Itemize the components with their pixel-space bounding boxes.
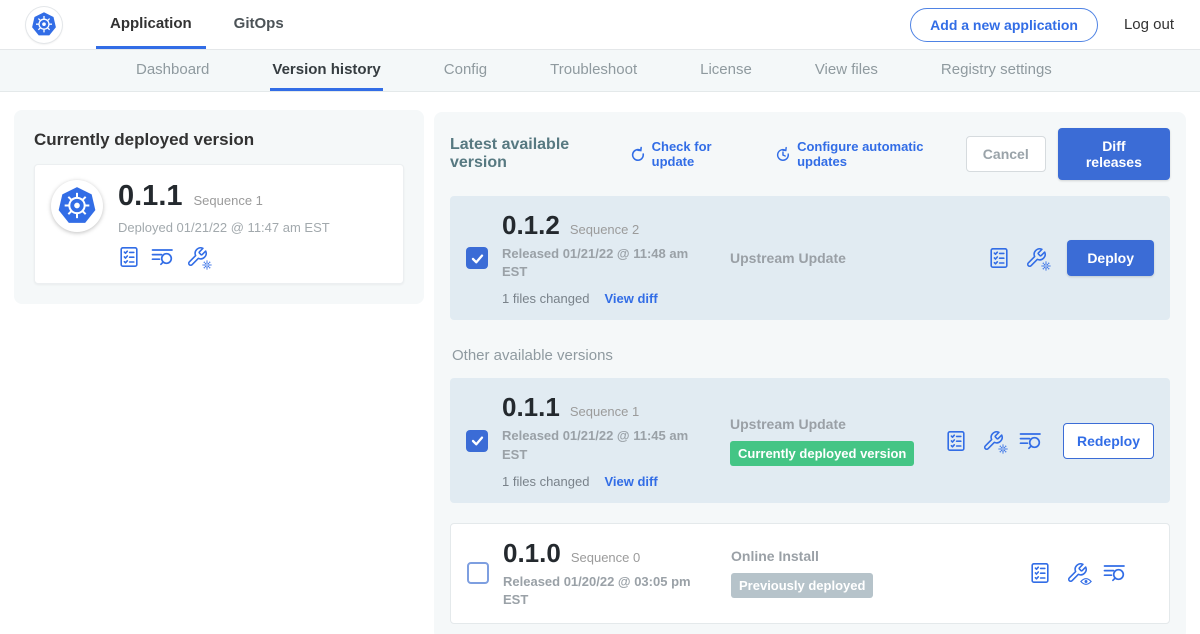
version-info: 0.1.0 Sequence 0 Released 01/20/22 @ 03:…	[503, 538, 719, 609]
refresh-icon	[630, 146, 646, 163]
version-row-0-1-1: 0.1.1 Sequence 1 Released 01/21/22 @ 11:…	[450, 378, 1170, 502]
view-diff-link[interactable]: View diff	[604, 474, 657, 489]
version-checkbox[interactable]	[466, 430, 488, 452]
latest-available-title: Latest available version	[450, 136, 620, 172]
app-subnav: Dashboard Version history Config Trouble…	[0, 50, 1200, 92]
version-number: 0.1.1	[502, 392, 560, 423]
version-source: Upstream Update	[730, 250, 988, 266]
deploy-logs-icon[interactable]	[1103, 562, 1127, 584]
redeploy-button[interactable]: Redeploy	[1063, 423, 1154, 459]
subnav-label: Dashboard	[136, 61, 209, 78]
version-checkbox[interactable]	[467, 562, 489, 584]
subnav-label: Registry settings	[941, 61, 1052, 78]
configure-updates-link[interactable]: Configure automatic updates	[775, 139, 966, 169]
version-row-0-1-0: 0.1.0 Sequence 0 Released 01/20/22 @ 03:…	[450, 523, 1170, 624]
subnav-label: View files	[815, 61, 878, 78]
files-changed-label: 1 files changed	[502, 291, 589, 306]
add-application-button[interactable]: Add a new application	[910, 8, 1098, 42]
clock-refresh-icon	[775, 146, 791, 163]
deployed-timestamp: Deployed 01/21/22 @ 11:47 am EST	[118, 220, 330, 235]
previously-deployed-badge: Previously deployed	[731, 573, 873, 598]
deployed-info: 0.1.1 Sequence 1 Deployed 01/21/22 @ 11:…	[118, 180, 330, 268]
version-number: 0.1.2	[502, 210, 560, 241]
version-info: 0.1.1 Sequence 1 Released 01/21/22 @ 11:…	[502, 392, 718, 488]
view-config-icon[interactable]	[1066, 562, 1088, 584]
deployed-version-number: 0.1.1	[118, 180, 183, 213]
subnav-item-version-history[interactable]: Version history	[270, 50, 382, 91]
released-timestamp: Released 01/20/22 @ 03:05 pm EST	[503, 573, 703, 609]
edit-config-icon[interactable]	[186, 246, 208, 268]
subnav-item-license[interactable]: License	[698, 50, 754, 91]
tab-gitops[interactable]: GitOps	[220, 0, 298, 49]
currently-deployed-title: Currently deployed version	[34, 130, 404, 150]
currently-deployed-card: Currently deployed version 0.1.1 Sequenc…	[14, 110, 424, 304]
preflight-checks-icon[interactable]	[1029, 562, 1051, 584]
kubernetes-logo-icon	[26, 7, 62, 43]
deployed-sequence-label: Sequence 1	[194, 193, 263, 208]
deploy-logs-icon[interactable]	[1019, 430, 1043, 452]
check-for-update-link[interactable]: Check for update	[630, 139, 751, 169]
deployed-action-icons	[118, 246, 330, 268]
subnav-label: Version history	[272, 61, 380, 78]
preflight-checks-icon[interactable]	[988, 247, 1010, 269]
deploy-button[interactable]: Deploy	[1067, 240, 1154, 276]
subnav-item-troubleshoot[interactable]: Troubleshoot	[548, 50, 639, 91]
view-diff-link[interactable]: View diff	[604, 291, 657, 306]
subnav-label: Troubleshoot	[550, 61, 637, 78]
subnav-item-dashboard[interactable]: Dashboard	[134, 50, 211, 91]
subnav-item-registry-settings[interactable]: Registry settings	[939, 50, 1054, 91]
tab-application[interactable]: Application	[96, 0, 206, 49]
subnav-item-view-files[interactable]: View files	[813, 50, 880, 91]
logout-link[interactable]: Log out	[1124, 16, 1174, 33]
panel-header: Latest available version Check for updat…	[450, 128, 1170, 180]
other-versions-title: Other available versions	[452, 347, 1170, 364]
row-actions: Redeploy	[945, 423, 1154, 459]
deployed-version-box: 0.1.1 Sequence 1 Deployed 01/21/22 @ 11:…	[34, 164, 404, 284]
version-number: 0.1.0	[503, 538, 561, 569]
checkmark-icon	[470, 251, 485, 266]
subnav-item-config[interactable]: Config	[442, 50, 489, 91]
version-history-panel: Latest available version Check for updat…	[434, 112, 1186, 634]
app-kubernetes-icon	[51, 180, 103, 232]
edit-config-icon[interactable]	[1025, 247, 1047, 269]
subnav-label: License	[700, 61, 752, 78]
source-label: Upstream Update	[730, 416, 945, 432]
deploy-logs-icon[interactable]	[151, 246, 175, 268]
version-source: Online Install Previously deployed	[731, 548, 1029, 598]
top-navbar: Application GitOps Add a new application…	[0, 0, 1200, 50]
cancel-button[interactable]: Cancel	[966, 136, 1046, 172]
sequence-label: Sequence 2	[570, 222, 639, 237]
sequence-label: Sequence 1	[570, 404, 639, 419]
configure-updates-label: Configure automatic updates	[797, 139, 966, 169]
released-timestamp: Released 01/21/22 @ 11:48 am EST	[502, 245, 702, 281]
preflight-checks-icon[interactable]	[945, 430, 967, 452]
edit-config-icon[interactable]	[982, 430, 1004, 452]
preflight-checks-icon[interactable]	[118, 246, 140, 268]
row-actions	[1029, 562, 1127, 584]
released-timestamp: Released 01/21/22 @ 11:45 am EST	[502, 427, 702, 463]
files-changed-label: 1 files changed	[502, 474, 589, 489]
topnav-right-group: Add a new application Log out	[910, 0, 1174, 49]
tab-gitops-label: GitOps	[234, 15, 284, 32]
tab-application-label: Application	[110, 15, 192, 32]
kots-admin-console: Application GitOps Add a new application…	[0, 0, 1200, 634]
version-info: 0.1.2 Sequence 2 Released 01/21/22 @ 11:…	[502, 210, 718, 306]
source-label: Upstream Update	[730, 250, 988, 266]
sequence-label: Sequence 0	[571, 550, 640, 565]
check-for-update-label: Check for update	[652, 139, 752, 169]
diff-releases-button[interactable]: Diff releases	[1058, 128, 1170, 180]
currently-deployed-badge: Currently deployed version	[730, 441, 914, 466]
source-label: Online Install	[731, 548, 1029, 564]
version-source: Upstream Update Currently deployed versi…	[730, 416, 945, 466]
checkmark-icon	[470, 433, 485, 448]
version-row-0-1-2: 0.1.2 Sequence 2 Released 01/21/22 @ 11:…	[450, 196, 1170, 320]
version-checkbox[interactable]	[466, 247, 488, 269]
subnav-label: Config	[444, 61, 487, 78]
row-actions: Deploy	[988, 240, 1154, 276]
